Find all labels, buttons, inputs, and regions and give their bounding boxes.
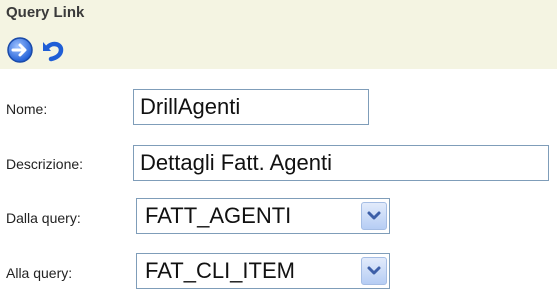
dalla-query-select[interactable]: FATT_AGENTI xyxy=(136,198,390,234)
nome-field[interactable]: DrillAgenti xyxy=(133,89,369,125)
alla-query-select[interactable]: FAT_CLI_ITEM xyxy=(136,253,390,289)
alla-query-dropdown-button[interactable] xyxy=(361,257,387,285)
alla-query-label: Alla query: xyxy=(6,265,73,281)
dalla-query-dropdown-button[interactable] xyxy=(361,202,387,230)
dalla-query-label: Dalla query: xyxy=(6,210,81,226)
chevron-down-icon xyxy=(367,266,381,275)
descrizione-label: Descrizione: xyxy=(6,156,84,172)
chevron-down-icon xyxy=(367,211,381,220)
dalla-query-selected: FATT_AGENTI xyxy=(145,203,292,228)
panel-title: Query Link xyxy=(6,4,85,21)
descrizione-field[interactable]: Dettagli Fatt. Agenti xyxy=(133,145,549,181)
go-arrow-icon[interactable] xyxy=(6,36,34,64)
nome-label: Nome: xyxy=(6,101,48,117)
alla-query-selected: FAT_CLI_ITEM xyxy=(145,258,295,283)
undo-icon[interactable] xyxy=(38,36,66,64)
